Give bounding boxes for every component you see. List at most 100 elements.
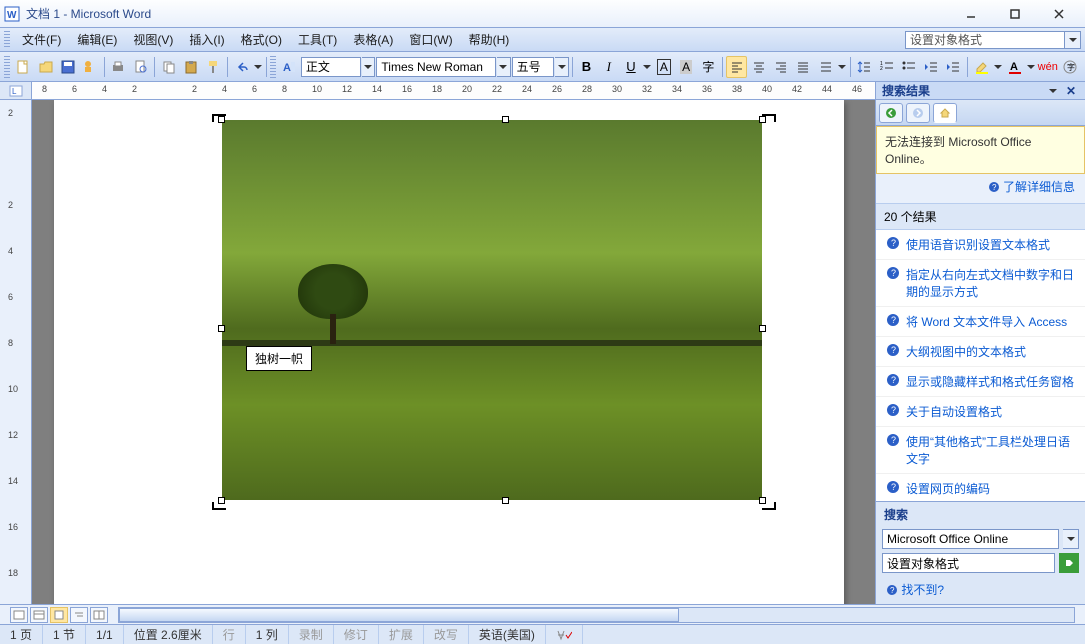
line-spacing-button[interactable] bbox=[854, 56, 875, 78]
status-spellcheck-icon[interactable] bbox=[546, 625, 583, 644]
outdent-button[interactable] bbox=[921, 56, 942, 78]
search-scope-dropdown[interactable] bbox=[1063, 529, 1079, 549]
bullets-button[interactable] bbox=[898, 56, 919, 78]
char-border-button[interactable]: A bbox=[653, 56, 674, 78]
status-language[interactable]: 英语(美国) bbox=[469, 625, 546, 644]
highlight-button[interactable] bbox=[971, 56, 992, 78]
result-item[interactable]: ?显示或隐藏样式和格式任务窗格 bbox=[876, 367, 1085, 397]
task-pane-menu[interactable] bbox=[1045, 84, 1061, 98]
bold-button[interactable]: B bbox=[576, 56, 597, 78]
status-record[interactable]: 录制 bbox=[289, 625, 334, 644]
result-item[interactable]: ?使用“其他格式”工具栏处理日语文字 bbox=[876, 427, 1085, 474]
menu-table[interactable]: 表格(A) bbox=[345, 28, 401, 51]
open-button[interactable] bbox=[35, 56, 56, 78]
copy-button[interactable] bbox=[158, 56, 179, 78]
help-ask-box[interactable]: 设置对象格式 bbox=[905, 31, 1065, 49]
print-view-button[interactable] bbox=[50, 607, 68, 623]
paste-button[interactable] bbox=[180, 56, 201, 78]
size-dropdown[interactable] bbox=[555, 57, 569, 77]
align-dropdown[interactable] bbox=[837, 65, 847, 69]
grip-icon[interactable] bbox=[4, 56, 10, 78]
indent-button[interactable] bbox=[943, 56, 964, 78]
grip-icon[interactable] bbox=[270, 56, 276, 78]
menu-edit[interactable]: 编辑(E) bbox=[69, 28, 125, 51]
not-found-link[interactable]: 找不到? bbox=[901, 583, 944, 597]
status-page[interactable]: 1 页 bbox=[0, 625, 43, 644]
menu-view[interactable]: 视图(V) bbox=[125, 28, 181, 51]
result-item[interactable]: ?使用语音识别设置文本格式 bbox=[876, 230, 1085, 260]
align-center-button[interactable] bbox=[748, 56, 769, 78]
phonetic-guide-button[interactable]: wén bbox=[1037, 56, 1059, 78]
menu-insert[interactable]: 插入(I) bbox=[181, 28, 232, 51]
image-object[interactable]: 独树一帜 bbox=[222, 120, 782, 530]
font-color-button[interactable]: A bbox=[1004, 56, 1025, 78]
help-ask-dropdown[interactable] bbox=[1065, 31, 1081, 49]
enclose-chars-button[interactable]: 字 bbox=[1060, 56, 1081, 78]
status-column[interactable]: 1 列 bbox=[246, 625, 289, 644]
underline-dropdown[interactable] bbox=[643, 65, 653, 69]
status-position[interactable]: 位置 2.6厘米 bbox=[124, 625, 213, 644]
result-item[interactable]: ?大纲视图中的文本格式 bbox=[876, 337, 1085, 367]
web-view-button[interactable] bbox=[30, 607, 48, 623]
align-distribute-button[interactable] bbox=[815, 56, 836, 78]
new-doc-button[interactable] bbox=[13, 56, 34, 78]
italic-button[interactable]: I bbox=[598, 56, 619, 78]
horizontal-ruler[interactable]: 8642246810121416182022242628303234363840… bbox=[32, 82, 875, 99]
horizontal-scrollbar[interactable] bbox=[118, 607, 1075, 623]
task-pane-close[interactable]: ✕ bbox=[1063, 84, 1079, 98]
undo-button[interactable] bbox=[231, 56, 252, 78]
search-scope-select[interactable]: Microsoft Office Online bbox=[882, 529, 1059, 549]
style-dropdown[interactable] bbox=[362, 57, 376, 77]
status-revision[interactable]: 修订 bbox=[334, 625, 379, 644]
align-right-button[interactable] bbox=[770, 56, 791, 78]
normal-view-button[interactable] bbox=[10, 607, 28, 623]
status-extend[interactable]: 扩展 bbox=[379, 625, 424, 644]
result-item[interactable]: ?将 Word 文本文件导入 Access bbox=[876, 307, 1085, 337]
char-scale-button[interactable]: 字 bbox=[698, 56, 719, 78]
pane-forward-button[interactable] bbox=[906, 103, 930, 123]
result-item[interactable]: ?关于自动设置格式 bbox=[876, 397, 1085, 427]
font-selector[interactable]: Times New Roman bbox=[376, 57, 496, 77]
highlight-dropdown[interactable] bbox=[993, 65, 1003, 69]
menu-file[interactable]: 文件(F) bbox=[14, 28, 69, 51]
underline-button[interactable]: U bbox=[620, 56, 641, 78]
style-selector[interactable]: 正文 bbox=[301, 57, 361, 77]
menu-format[interactable]: 格式(O) bbox=[233, 28, 290, 51]
print-button[interactable] bbox=[108, 56, 129, 78]
numbering-button[interactable]: 12 bbox=[876, 56, 897, 78]
close-button[interactable] bbox=[1037, 3, 1081, 25]
grip-icon[interactable] bbox=[4, 31, 10, 49]
font-color-dropdown[interactable] bbox=[1026, 65, 1036, 69]
results-list[interactable]: ?使用语音识别设置文本格式?指定从右向左式文档中数字和日期的显示方式?将 Wor… bbox=[876, 230, 1085, 501]
pane-home-button[interactable] bbox=[933, 103, 957, 123]
reading-view-button[interactable] bbox=[90, 607, 108, 623]
result-item[interactable]: ?设置网页的编码 bbox=[876, 474, 1085, 501]
maximize-button[interactable] bbox=[993, 3, 1037, 25]
save-button[interactable] bbox=[57, 56, 78, 78]
menu-help[interactable]: 帮助(H) bbox=[461, 28, 518, 51]
preview-button[interactable] bbox=[130, 56, 151, 78]
pane-back-button[interactable] bbox=[879, 103, 903, 123]
more-info-link[interactable]: 了解详细信息 bbox=[1003, 180, 1075, 194]
search-go-button[interactable] bbox=[1059, 553, 1079, 573]
align-justify-button[interactable] bbox=[793, 56, 814, 78]
menu-tools[interactable]: 工具(T) bbox=[290, 28, 345, 51]
outline-view-button[interactable] bbox=[70, 607, 88, 623]
status-overwrite[interactable]: 改写 bbox=[424, 625, 469, 644]
styles-button[interactable]: A bbox=[279, 56, 300, 78]
result-item[interactable]: ?指定从右向左式文档中数字和日期的显示方式 bbox=[876, 260, 1085, 307]
minimize-button[interactable] bbox=[949, 3, 993, 25]
search-input[interactable] bbox=[882, 553, 1055, 573]
status-section[interactable]: 1 节 bbox=[43, 625, 86, 644]
undo-dropdown[interactable] bbox=[253, 65, 263, 69]
document-area[interactable]: 独树一帜 bbox=[32, 100, 875, 604]
align-left-button[interactable] bbox=[726, 56, 747, 78]
status-pagecount[interactable]: 1/1 bbox=[86, 625, 124, 644]
menu-window[interactable]: 窗口(W) bbox=[401, 28, 460, 51]
font-dropdown[interactable] bbox=[497, 57, 511, 77]
char-shading-button[interactable]: A bbox=[675, 56, 696, 78]
format-painter-button[interactable] bbox=[203, 56, 224, 78]
vertical-ruler[interactable]: 224681012141618 bbox=[0, 100, 32, 604]
permission-button[interactable] bbox=[80, 56, 101, 78]
ruler-corner[interactable]: L bbox=[0, 82, 32, 99]
